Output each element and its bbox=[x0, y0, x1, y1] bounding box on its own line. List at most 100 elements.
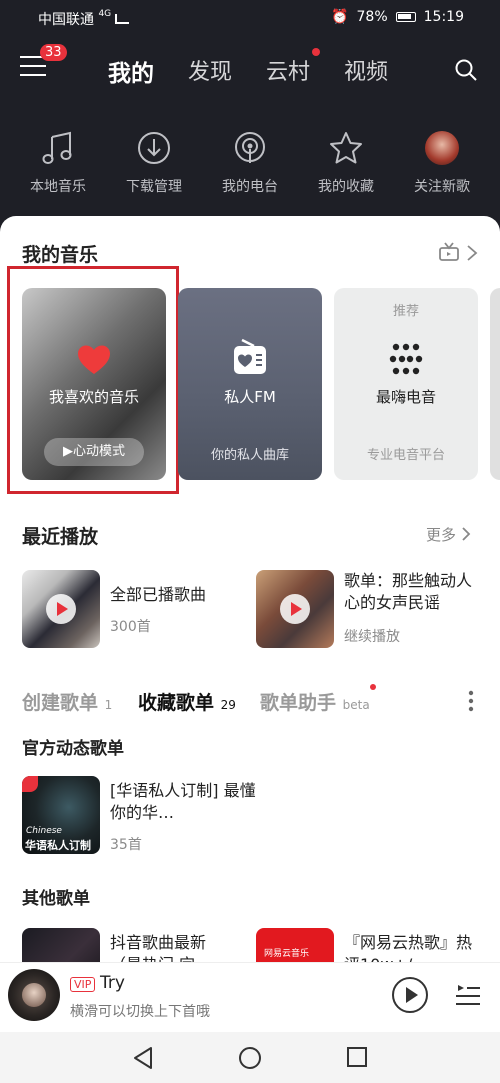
next-card-peek[interactable] bbox=[490, 288, 500, 480]
alarm-icon: ⏰ bbox=[331, 9, 349, 25]
playlist-icon[interactable] bbox=[454, 981, 482, 1009]
private-fm-subtitle: 你的私人曲库 bbox=[210, 448, 289, 463]
album-disc[interactable] bbox=[8, 969, 60, 1021]
private-fm-title: 私人FM bbox=[224, 388, 276, 406]
recent-title: 最近播放 bbox=[22, 526, 99, 548]
edm-card[interactable]: 推荐 最嗨电音 专业电音平台 bbox=[334, 288, 478, 480]
menu-button[interactable] bbox=[20, 56, 46, 78]
quick-favorites[interactable]: 我的收藏 bbox=[298, 128, 394, 196]
tab-cloud-village[interactable]: 云村 bbox=[266, 54, 310, 86]
liked-music-card[interactable]: 我喜欢的音乐 ▶心动模式 bbox=[22, 288, 166, 480]
more-label: 更多 bbox=[426, 526, 457, 544]
official-cover: Chinese 华语私人订制 bbox=[22, 776, 100, 854]
heartbeat-mode-button[interactable]: ▶心动模式 bbox=[44, 438, 144, 466]
assistant-dot bbox=[370, 684, 376, 690]
chevron-right-icon bbox=[462, 527, 471, 541]
star-icon bbox=[330, 132, 362, 164]
other-playlist-1[interactable]: 抖音歌曲最新（最热门 完… bbox=[22, 928, 232, 966]
cloud-village-dot bbox=[312, 48, 320, 56]
tab-mine[interactable]: 我的 bbox=[108, 54, 154, 88]
swipe-hint: 横滑可以切换上下首哦 bbox=[70, 1004, 210, 1020]
edm-title: 最嗨电音 bbox=[375, 388, 436, 406]
vip-badge: VIP bbox=[70, 977, 96, 992]
tab-label: 创建歌单 bbox=[22, 692, 99, 714]
play-icon bbox=[280, 594, 310, 624]
mini-player[interactable]: VIP Try 横滑可以切换上下首哦 bbox=[0, 962, 500, 1032]
recent-playlist[interactable]: 歌单：那些触动人心的女声民谣 继续播放 bbox=[256, 570, 482, 650]
tab-count: 1 bbox=[104, 698, 113, 712]
private-fm-card[interactable]: 私人FM 你的私人曲库 bbox=[178, 288, 322, 480]
avatar-icon bbox=[425, 131, 459, 165]
tab-created-playlists[interactable]: 创建歌单 1 bbox=[22, 688, 112, 715]
cover-text: 网易云音乐 bbox=[264, 949, 310, 959]
official-item-sub: 35首 bbox=[110, 837, 142, 853]
signal-icon bbox=[115, 14, 130, 24]
my-music-title: 我的音乐 bbox=[22, 244, 99, 266]
other-title: 其他歌单 bbox=[22, 889, 90, 909]
status-bar: 中国联通 4G ⏰ 78% 15:19 bbox=[0, 0, 500, 36]
radio-heart-icon bbox=[234, 338, 266, 374]
download-icon bbox=[138, 132, 170, 164]
other-cover bbox=[22, 928, 100, 966]
system-nav-bar bbox=[0, 1032, 500, 1083]
quick-label: 关注新歌 bbox=[414, 179, 470, 195]
play-button[interactable] bbox=[392, 977, 428, 1013]
cover-badge bbox=[22, 776, 38, 792]
heart-icon bbox=[78, 345, 110, 374]
recent-item-title: 全部已播歌曲 bbox=[110, 585, 207, 604]
home-icon[interactable] bbox=[238, 1046, 262, 1070]
quick-follow-new-songs[interactable]: 关注新歌 bbox=[394, 128, 490, 196]
tab-count: 29 bbox=[220, 698, 236, 712]
other-playlist-2[interactable]: 网易云音乐 『网易云热歌』热评10w+/… bbox=[256, 928, 482, 966]
more-vertical-icon[interactable] bbox=[468, 690, 474, 712]
tab-discover[interactable]: 发现 bbox=[188, 54, 232, 86]
recent-cover bbox=[22, 570, 100, 648]
quick-my-radio[interactable]: 我的电台 bbox=[202, 128, 298, 196]
quick-downloads[interactable]: 下载管理 bbox=[106, 128, 202, 196]
carrier-info: 中国联通 4G bbox=[38, 9, 130, 29]
edm-subtitle: 专业电音平台 bbox=[366, 448, 445, 463]
recent-more-link[interactable]: 更多 bbox=[426, 524, 471, 545]
network-type: 4G bbox=[98, 9, 112, 19]
liked-music-title: 我喜欢的音乐 bbox=[48, 388, 139, 406]
other-cover: 网易云音乐 bbox=[256, 928, 334, 966]
clock: 15:19 bbox=[423, 9, 464, 25]
cover-text: 华语私人订制 bbox=[25, 839, 91, 852]
carrier-name: 中国联通 bbox=[38, 12, 94, 28]
back-icon[interactable] bbox=[132, 1046, 154, 1070]
tab-count: beta bbox=[342, 698, 370, 712]
quick-label: 本地音乐 bbox=[30, 179, 86, 195]
menu-badge: 33 bbox=[40, 44, 67, 61]
tab-label: 收藏歌单 bbox=[138, 692, 215, 714]
recommend-tag: 推荐 bbox=[392, 304, 419, 319]
tab-playlist-assistant[interactable]: 歌单助手 beta bbox=[260, 688, 370, 715]
quick-local-music[interactable]: 本地音乐 bbox=[10, 128, 106, 196]
quick-entries: 本地音乐 下载管理 我的电台 我的收藏 关注新歌 bbox=[0, 128, 500, 208]
battery-icon bbox=[395, 12, 416, 22]
recents-icon[interactable] bbox=[346, 1046, 368, 1068]
recent-item-sub: 300首 bbox=[110, 619, 151, 635]
search-icon[interactable] bbox=[454, 58, 478, 82]
official-playlist-item[interactable]: Chinese 华语私人订制 [华语私人订制] 最懂你的华… 35首 bbox=[22, 776, 482, 856]
song-title: Try bbox=[100, 973, 125, 993]
quick-label: 我的电台 bbox=[222, 179, 278, 195]
playlist-tabs: 创建歌单 1 收藏歌单 29 歌单助手 beta bbox=[22, 684, 482, 718]
dots-grid-icon bbox=[389, 343, 423, 375]
status-right: ⏰ 78% 15:19 bbox=[331, 9, 464, 25]
radio-icon bbox=[235, 132, 265, 163]
official-item-title: [华语私人订制] 最懂你的华… bbox=[110, 781, 256, 822]
tv-icon[interactable] bbox=[438, 242, 460, 262]
tab-collected-playlists[interactable]: 收藏歌单 29 bbox=[138, 688, 236, 715]
tab-video[interactable]: 视频 bbox=[344, 54, 388, 86]
recent-all-played[interactable]: 全部已播歌曲 300首 bbox=[22, 570, 232, 650]
recent-item-sub: 继续播放 bbox=[344, 629, 400, 645]
other-item-title: 『网易云热歌』热评10w+/… bbox=[344, 933, 473, 966]
cover-tag: Chinese bbox=[26, 826, 62, 836]
other-item-title: 抖音歌曲最新（最热门 完… bbox=[110, 933, 212, 966]
recent-cover bbox=[256, 570, 334, 648]
tab-label: 歌单助手 bbox=[260, 692, 337, 714]
music-note-icon bbox=[42, 131, 72, 164]
play-icon bbox=[46, 594, 76, 624]
chevron-right-icon[interactable] bbox=[466, 244, 478, 262]
top-nav: 33 我的 发现 云村 视频 bbox=[0, 40, 500, 100]
